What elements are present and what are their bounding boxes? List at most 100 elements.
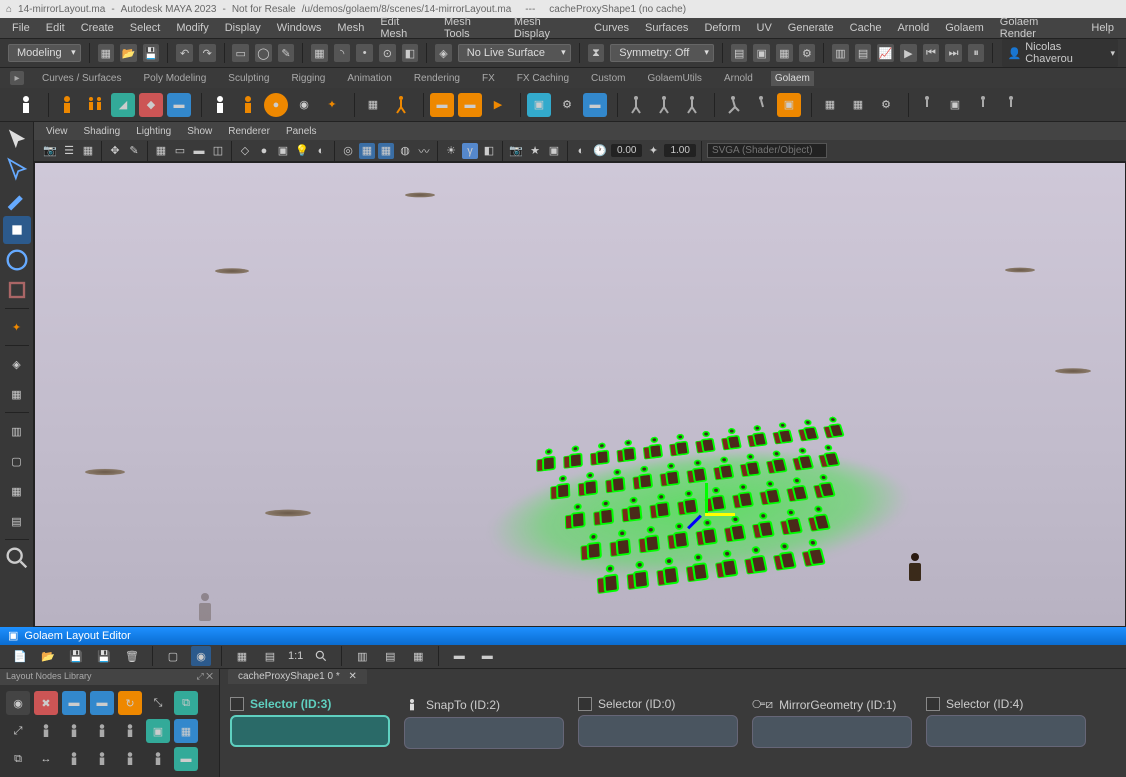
settings-icon[interactable]: ⚙ [874, 93, 898, 117]
render-cache-icon[interactable]: ▬ [583, 93, 607, 117]
menu-generate[interactable]: Generate [788, 22, 834, 34]
two-pane-tool[interactable]: ▤ [3, 507, 31, 535]
motion-blur-icon[interactable]: 〰 [416, 143, 432, 159]
grease-pencil-icon[interactable]: ✎ [126, 143, 142, 159]
construction-history-icon[interactable]: ▤ [731, 44, 748, 62]
stray-character[interactable] [195, 593, 215, 625]
menu-curves[interactable]: Curves [594, 22, 629, 34]
shelf-tab-golaem[interactable]: Golaem [771, 71, 814, 86]
menu-windows[interactable]: Windows [277, 22, 322, 34]
ao-icon[interactable]: ◍ [397, 143, 413, 159]
menu-mesh-tools[interactable]: Mesh Tools [444, 16, 498, 40]
pause-icon[interactable]: ⏸ [968, 44, 985, 62]
isolate-icon[interactable]: ◎ [340, 143, 356, 159]
film-gate-icon[interactable]: ▭ [172, 143, 188, 159]
layout-node[interactable]: ⧃⧄MirrorGeometry (ID:1) [752, 697, 912, 748]
new-layout-icon[interactable]: 📄 [10, 646, 30, 666]
panel-layout-icon[interactable]: ▥ [832, 44, 849, 62]
menu-deform[interactable]: Deform [704, 22, 740, 34]
grid-toggle-icon[interactable]: ▦ [153, 143, 169, 159]
layout-tool-icon[interactable]: ▬ [458, 93, 482, 117]
menu-create[interactable]: Create [81, 22, 114, 34]
redo-icon[interactable]: ↷ [199, 44, 216, 62]
forward-icon[interactable]: ⏭ [945, 44, 962, 62]
vp-menu-show[interactable]: Show [187, 126, 212, 137]
motion-icon[interactable] [236, 93, 260, 117]
snap-view-icon[interactable]: ◧ [402, 44, 419, 62]
resolution-gate-icon[interactable]: ▬ [191, 143, 207, 159]
toggle1-icon[interactable]: ◐ [573, 143, 589, 159]
lib-kill-icon[interactable]: ✖ [34, 691, 58, 715]
play-icon[interactable]: ▶ [900, 44, 917, 62]
library-collapse-icon[interactable]: ⤢ ✕ [196, 671, 213, 683]
render-settings2-icon[interactable]: ⚙ [555, 93, 579, 117]
move-tool[interactable] [3, 216, 31, 244]
lib-figure4-icon[interactable] [118, 719, 142, 743]
delete-icon[interactable]: 🗑 [122, 646, 142, 666]
snap-curve-icon[interactable]: ◝ [334, 44, 351, 62]
behavior-icon[interactable] [208, 93, 232, 117]
lib-translate-icon[interactable]: ▬ [90, 691, 114, 715]
save-layout-icon[interactable]: 💾 [66, 646, 86, 666]
lib-scale-icon[interactable]: ⤡ [146, 691, 170, 715]
ipr-icon[interactable]: ▦ [776, 44, 793, 62]
clock2-icon[interactable]: ✦ [645, 143, 661, 159]
grid-icon[interactable]: ▦ [818, 93, 842, 117]
shadows-icon[interactable]: ◐ [313, 143, 329, 159]
layout-graph-tab[interactable]: cacheProxyShape1 0 * ✕ [228, 669, 367, 684]
shelf-tab-curves-surfaces[interactable]: Curves / Surfaces [38, 71, 125, 86]
rewind-icon[interactable]: ⏮ [923, 44, 940, 62]
layout-editor-icon[interactable]: ▬ [430, 93, 454, 117]
menu-edit[interactable]: Edit [46, 22, 65, 34]
lib-rotate-icon[interactable]: ↻ [118, 691, 142, 715]
stray-character[interactable] [905, 553, 925, 585]
list-layout-icon[interactable]: ▤ [260, 646, 280, 666]
outliner-icon[interactable]: ▤ [855, 44, 872, 62]
snap-toggle-tool[interactable]: ◈ [3, 350, 31, 378]
color1-icon[interactable]: ▬ [449, 646, 469, 666]
layout-editor-titlebar[interactable]: ▣ Golaem Layout Editor [0, 627, 1126, 645]
bake-icon[interactable]: ▣ [777, 93, 801, 117]
sim-cache-icon[interactable]: ● [264, 93, 288, 117]
render-view-icon[interactable]: ▣ [546, 143, 562, 159]
open-layout-icon[interactable]: 📂 [38, 646, 58, 666]
single-pane-tool[interactable]: ▢ [3, 447, 31, 475]
xray-icon[interactable]: ▦ [359, 143, 375, 159]
snap-point-icon[interactable]: • [356, 44, 373, 62]
xray-joints-icon[interactable]: ▦ [378, 143, 394, 159]
vp-menu-renderer[interactable]: Renderer [228, 126, 270, 137]
bookmark2-icon[interactable]: ★ [527, 143, 543, 159]
golaem-figure-icon[interactable] [14, 93, 38, 117]
nav-mesh-icon[interactable]: ▦ [361, 93, 385, 117]
select-tool[interactable] [3, 126, 31, 154]
four-pane-tool[interactable]: ▦ [3, 477, 31, 505]
symmetry-icon[interactable]: ⧗ [588, 44, 605, 62]
image-plane-icon[interactable]: ▦ [80, 143, 96, 159]
layout-graph-area[interactable]: cacheProxyShape1 0 * ✕ Selector (ID:3)Sn… [220, 669, 1126, 777]
new-scene-icon[interactable]: ▦ [98, 44, 115, 62]
live-toggle-icon[interactable]: ◈ [435, 44, 452, 62]
entity-type-icon[interactable] [83, 93, 107, 117]
grid-layout-icon[interactable]: ▦ [232, 646, 252, 666]
lib-mirror-icon[interactable]: ⧉ [174, 691, 198, 715]
search-tool[interactable] [3, 544, 31, 572]
crowd-node-icon[interactable] [55, 93, 79, 117]
layout-node[interactable]: Selector (ID:4) [926, 697, 1086, 747]
terrain-icon[interactable]: ◢ [111, 93, 135, 117]
walker-icon[interactable] [389, 93, 413, 117]
layout-grid-icon[interactable]: ▦ [846, 93, 870, 117]
shelf-tab-custom[interactable]: Custom [587, 71, 629, 86]
shelf-tab-animation[interactable]: Animation [343, 71, 395, 86]
bookmark-icon[interactable]: ☰ [61, 143, 77, 159]
move-manipulator[interactable] [675, 483, 735, 543]
live-surface-dropdown[interactable]: No Live Surface [458, 44, 571, 62]
menu-modify[interactable]: Modify [176, 22, 208, 34]
lib-figure8-icon[interactable] [146, 747, 170, 771]
layout-node[interactable]: Selector (ID:3) [230, 697, 390, 747]
lib-mesh-icon[interactable]: ▦ [174, 719, 198, 743]
extra2-icon[interactable]: ▣ [943, 93, 967, 117]
mode-dropdown[interactable]: Modeling [8, 44, 81, 62]
lib-replace-icon[interactable]: ↔ [34, 747, 58, 771]
extra4-icon[interactable] [999, 93, 1023, 117]
lasso-icon[interactable]: ◯ [255, 44, 272, 62]
